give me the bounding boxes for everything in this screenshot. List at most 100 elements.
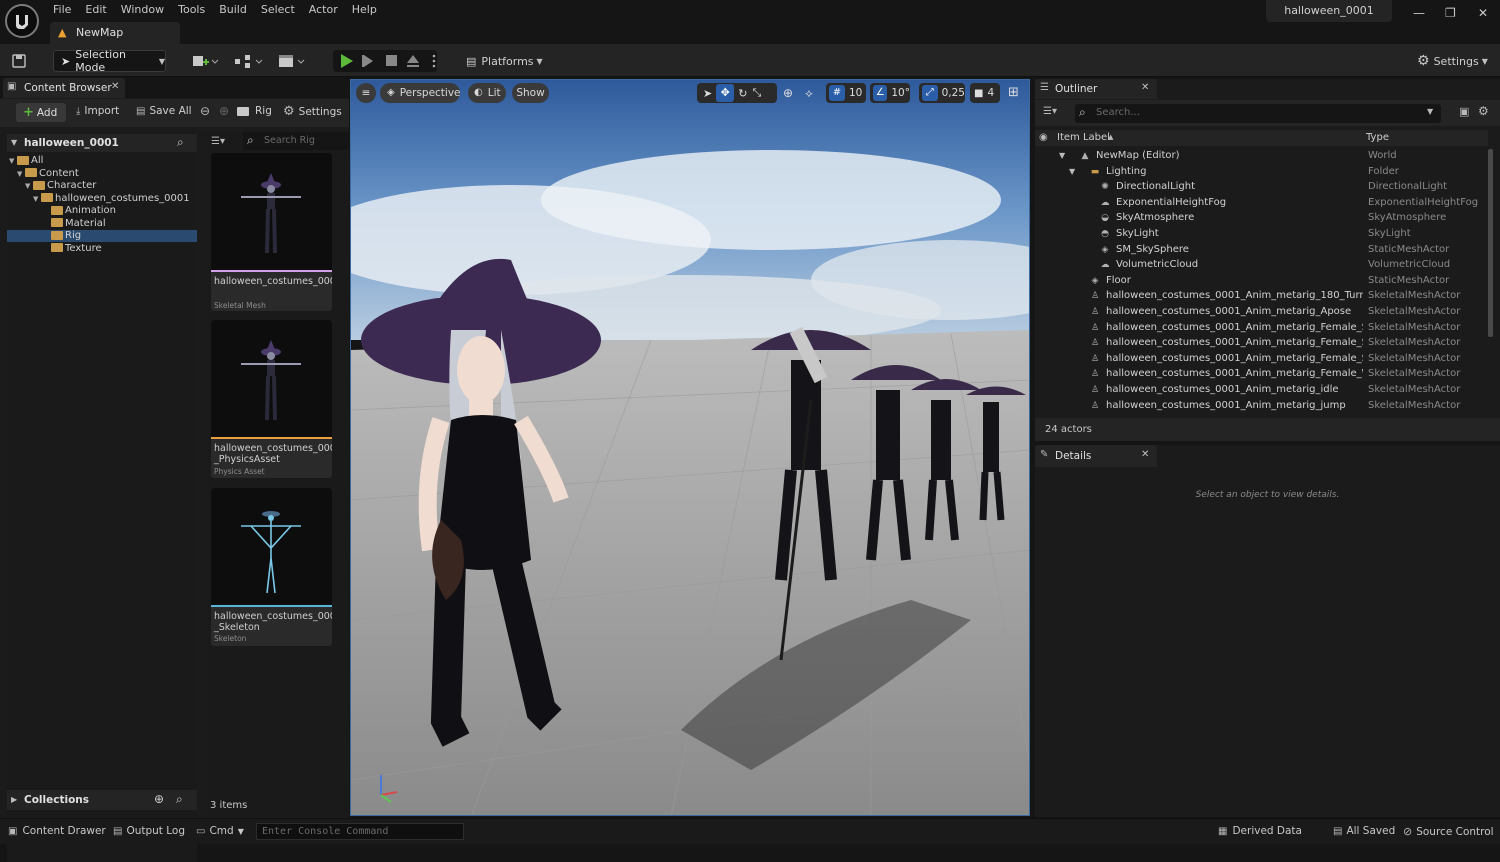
save-icon[interactable] — [8, 50, 30, 72]
viewport-menu-icon[interactable]: ≡ — [356, 83, 376, 103]
select-tool-icon[interactable]: ➤ — [703, 87, 712, 100]
eye-icon[interactable]: ◉ — [1039, 132, 1048, 143]
map-tab[interactable]: ▲ NewMap — [50, 22, 180, 44]
menu-select[interactable]: Select — [254, 3, 302, 16]
restore-icon[interactable]: ❐ — [1445, 6, 1456, 20]
tree-item-rig[interactable]: Rig — [7, 230, 197, 242]
outliner-row[interactable]: ♙ halloween_costumes_0001_Anim_metarig_Ap… — [1035, 304, 1488, 320]
outliner-row[interactable]: ◓ SkyLight SkyLight — [1035, 226, 1488, 242]
outliner-row[interactable]: ♙ halloween_costumes_0001_Anim_metarig_Fe… — [1035, 335, 1488, 351]
tree-item-all[interactable]: ▼ All — [7, 155, 197, 167]
blueprint-icon[interactable] — [232, 50, 264, 72]
menu-build[interactable]: Build — [212, 3, 254, 16]
minimize-icon[interactable]: — — [1413, 6, 1425, 20]
outliner-row[interactable]: ◒ SkyAtmosphere SkyAtmosphere — [1035, 210, 1488, 226]
save-all-button[interactable]: ▤ Save All — [136, 105, 192, 117]
close-icon[interactable]: ✕ — [1478, 6, 1488, 20]
outliner-tab[interactable]: ☰ Outliner ✕ — [1035, 79, 1157, 99]
tree-item-texture[interactable]: Texture — [7, 243, 197, 255]
outliner-row[interactable]: ☁ ExponentialHeightFog ExponentialHeightFo… — [1035, 195, 1488, 211]
close-tab-icon[interactable]: ✕ — [111, 81, 119, 92]
cinematics-icon[interactable] — [276, 50, 308, 72]
outliner-row[interactable]: ☁ VolumetricCloud VolumetricCloud — [1035, 257, 1488, 273]
outliner-row[interactable]: ▼ ▬ Lighting Folder — [1035, 164, 1488, 180]
column-item-label[interactable]: Item Label — [1057, 132, 1110, 143]
perspective-button[interactable]: ◈ Perspective — [380, 83, 461, 103]
outliner-row[interactable]: ♙ halloween_costumes_0001_Anim_metarig_id… — [1035, 382, 1488, 398]
outliner-row[interactable]: ✺ DirectionalLight DirectionalLight — [1035, 179, 1488, 195]
platforms-dropdown[interactable]: ▤ Platforms ▼ — [466, 50, 546, 72]
outliner-row[interactable]: ♙ halloween_costumes_0001_Anim_metarig_18… — [1035, 288, 1488, 304]
new-folder-icon[interactable]: ▣ — [1459, 105, 1469, 118]
filter-icon[interactable]: ☰▾ — [1043, 106, 1057, 117]
add-button[interactable]: + Add — [16, 103, 66, 122]
source-root-header[interactable]: ▼ halloween_0001 ⌕ — [7, 134, 197, 152]
tree-item-content[interactable]: ▼ Content — [7, 168, 197, 180]
scale-snap-toggle[interactable]: ⤢ 0,25 — [919, 83, 965, 103]
level-viewport[interactable]: ≡ ◈ Perspective ◐ Lit Show ➤ ✥ ↻ ⤡ ⊕ ⟡ #… — [350, 79, 1030, 816]
tree-item-halloween-costumes[interactable]: ▼ halloween_costumes_0001 — [7, 193, 197, 205]
asset-card-physics-asset[interactable]: halloween_costumes_0001 _PhysicsAsset Ph… — [211, 320, 332, 478]
outliner-row[interactable]: ◈ SM_SkySphere StaticMeshActor — [1035, 242, 1488, 258]
scale-tool-icon[interactable]: ⤡ — [752, 86, 761, 100]
menu-tools[interactable]: Tools — [171, 3, 212, 16]
add-actor-icon[interactable] — [190, 50, 220, 72]
output-log-button[interactable]: ▤ Output Log — [113, 825, 185, 837]
menu-help[interactable]: Help — [345, 3, 384, 16]
close-tab-icon[interactable]: ✕ — [1141, 449, 1149, 460]
maximize-viewport-icon[interactable]: ⊞ — [1008, 85, 1019, 100]
tree-item-material[interactable]: Material — [7, 218, 197, 230]
import-button[interactable]: ⤓ Import — [76, 105, 119, 117]
close-tab-icon[interactable]: ✕ — [1141, 82, 1149, 93]
rotation-snap-toggle[interactable]: ∠ 10° — [870, 83, 910, 103]
lit-button[interactable]: ◐ Lit — [468, 83, 506, 103]
outliner-row[interactable]: ♙ halloween_costumes_0001_Anim_metarig_Fe… — [1035, 351, 1488, 367]
camera-speed-button[interactable]: ■ 4 — [970, 83, 1000, 103]
outliner-row[interactable]: ♙ halloween_costumes_0001_Anim_metarig_Fe… — [1035, 366, 1488, 382]
source-control-button[interactable]: ⊘ Source Control — [1403, 825, 1494, 838]
console-input[interactable]: Enter Console Command — [256, 823, 464, 840]
column-type[interactable]: Type — [1366, 132, 1389, 143]
chevron-down-icon[interactable]: ▼ — [1059, 148, 1065, 164]
derived-data-button[interactable]: ▦ Derived Data — [1218, 825, 1302, 837]
outliner-row[interactable]: ◈ Floor StaticMeshActor — [1035, 273, 1488, 289]
grid-snap-toggle[interactable]: # 10 — [826, 83, 866, 103]
collections-header[interactable]: ▶ Collections ⊕ ⌕ — [7, 790, 197, 810]
asset-card-skeleton[interactable]: halloween_costumes_0001 _Skeleton Skelet… — [211, 488, 332, 646]
details-tab[interactable]: ✎ Details ✕ — [1035, 445, 1157, 467]
outliner-scrollbar[interactable] — [1488, 149, 1493, 337]
cmd-dropdown[interactable]: ▭ Cmd ▼ — [196, 825, 244, 837]
outliner-row[interactable]: ♙ halloween_costumes_0001_Anim_metarig_ju… — [1035, 398, 1488, 414]
all-saved-button[interactable]: ▤ All Saved — [1333, 825, 1395, 837]
selection-mode-dropdown[interactable]: ➤ Selection Mode ▼ — [53, 48, 166, 74]
tree-item-character[interactable]: ▼ Character — [7, 180, 197, 192]
content-drawer-button[interactable]: ▣ Content Drawer — [8, 825, 106, 837]
menu-actor[interactable]: Actor — [302, 3, 345, 16]
show-button[interactable]: Show — [512, 83, 549, 103]
asset-card-skeletal-mesh[interactable]: halloween_costumes_0001 Skeletal Mesh — [211, 153, 332, 311]
search-icon[interactable]: ⌕ — [176, 792, 183, 807]
settings-dropdown[interactable]: ⚙ Settings ▼ — [1417, 50, 1489, 72]
world-space-icon[interactable]: ⊕ — [783, 86, 793, 100]
asset-search-input[interactable]: ⌕ Search Rig — [243, 132, 349, 150]
content-browser-tab[interactable]: ▣ Content Browser ✕ — [3, 78, 125, 98]
outliner-search-input[interactable]: ⌕ Search... ▼ — [1075, 104, 1441, 123]
forward-icon[interactable]: ⊕ — [219, 104, 229, 118]
outliner-row[interactable]: ▼ ▲ NewMap (Editor) World — [1035, 148, 1488, 164]
outliner-row[interactable]: ♙ halloween_costumes_0001_Anim_metarig_Fe… — [1035, 320, 1488, 336]
surface-snap-icon[interactable]: ⟡ — [805, 86, 813, 101]
menu-window[interactable]: Window — [114, 3, 171, 16]
tree-item-animation[interactable]: Animation — [7, 205, 197, 217]
filter-icon[interactable]: ☰▾ — [211, 136, 225, 147]
translate-tool-icon[interactable]: ✥ — [716, 84, 735, 102]
search-icon[interactable]: ⌕ — [177, 135, 184, 150]
back-icon[interactable]: ⊖ — [200, 104, 210, 118]
chevron-down-icon[interactable]: ▼ — [1069, 164, 1075, 180]
breadcrumb[interactable]: Rig — [237, 105, 272, 117]
cb-settings-button[interactable]: ⚙ Settings — [283, 104, 342, 119]
add-collection-icon[interactable]: ⊕ — [154, 792, 164, 806]
menu-edit[interactable]: Edit — [78, 3, 113, 16]
rotate-tool-icon[interactable]: ↻ — [738, 87, 747, 100]
unreal-logo-icon[interactable] — [5, 4, 39, 38]
gear-icon[interactable]: ⚙ — [1478, 104, 1489, 118]
